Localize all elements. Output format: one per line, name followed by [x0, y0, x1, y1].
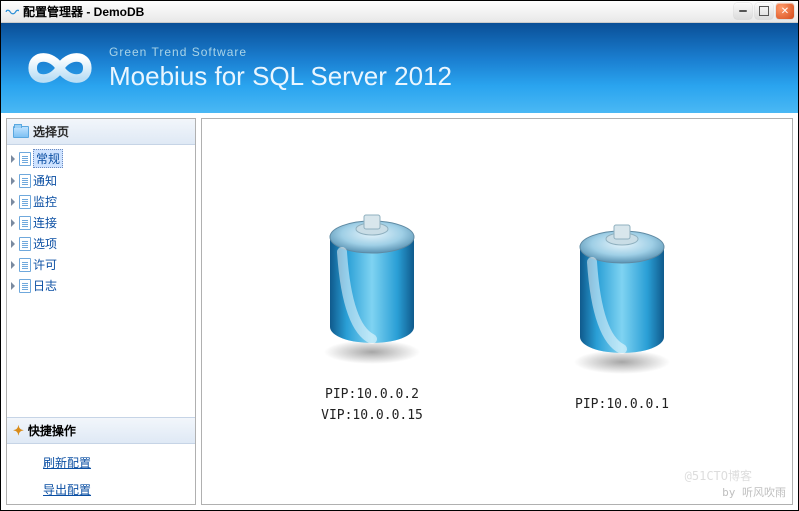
page-icon — [19, 174, 31, 188]
quick-header-label: 快捷操作 — [28, 422, 76, 439]
folder-icon — [13, 126, 29, 138]
sidebar-item-connect[interactable]: 连接 — [7, 212, 195, 233]
sidebar-quick-header: ✦ 快捷操作 — [7, 417, 195, 444]
pip-label: PIP:10.0.0.1 — [575, 395, 669, 416]
page-icon — [19, 152, 31, 166]
expand-icon — [11, 219, 15, 227]
maximize-button[interactable] — [755, 3, 773, 19]
db-node-1[interactable]: PIP:10.0.0.2 VIP:10.0.0.15 — [312, 197, 432, 427]
main-pane: PIP:10.0.0.2 VIP:10.0.0.15 — [201, 118, 793, 505]
sidebar-item-label: 常规 — [33, 149, 63, 168]
sidebar-item-monitor[interactable]: 监控 — [7, 191, 195, 212]
expand-icon — [11, 282, 15, 290]
sidebar-item-general[interactable]: 常规 — [7, 147, 195, 170]
sidebar-item-label: 选项 — [33, 235, 57, 252]
titlebar: 配置管理器 - DemoDB ✕ — [1, 1, 798, 23]
database-icon — [312, 197, 432, 367]
banner-title: Moebius for SQL Server 2012 — [109, 61, 452, 92]
quick-link-refresh[interactable]: 刷新配置 — [43, 454, 195, 471]
page-icon — [19, 195, 31, 209]
watermark: by 听风吹雨 — [722, 484, 786, 500]
expand-icon — [11, 155, 15, 163]
banner-subtitle: Green Trend Software — [109, 45, 452, 59]
db-node-2[interactable]: PIP:10.0.0.1 — [562, 207, 682, 416]
pip-label: PIP:10.0.0.2 — [321, 385, 423, 406]
app-icon — [5, 5, 19, 19]
sidebar-item-notify[interactable]: 通知 — [7, 170, 195, 191]
sidebar-item-label: 许可 — [33, 256, 57, 273]
sidebar-item-label: 监控 — [33, 193, 57, 210]
expand-icon — [11, 177, 15, 185]
sidebar-select-header: 选择页 — [7, 119, 195, 145]
node-labels: PIP:10.0.0.2 VIP:10.0.0.15 — [321, 385, 423, 427]
window-controls: ✕ — [734, 3, 794, 19]
sidebar-item-options[interactable]: 选项 — [7, 233, 195, 254]
banner: Green Trend Software Moebius for SQL Ser… — [1, 23, 798, 113]
expand-icon — [11, 261, 15, 269]
sidebar-item-label: 日志 — [33, 277, 57, 294]
window-title: 配置管理器 - DemoDB — [23, 3, 144, 20]
node-labels: PIP:10.0.0.1 — [575, 395, 669, 416]
sidebar-item-license[interactable]: 许可 — [7, 254, 195, 275]
select-header-label: 选择页 — [33, 123, 69, 140]
body: 选择页 常规 通知 监控 连接 — [1, 113, 798, 510]
page-icon — [19, 258, 31, 272]
vip-label: VIP:10.0.0.15 — [321, 406, 423, 427]
bolt-icon: ✦ — [13, 424, 24, 437]
sidebar-item-label: 通知 — [33, 172, 57, 189]
expand-icon — [11, 198, 15, 206]
page-icon — [19, 237, 31, 251]
expand-icon — [11, 240, 15, 248]
sidebar-nav: 常规 通知 监控 连接 选项 — [7, 145, 195, 298]
quick-link-export[interactable]: 导出配置 — [43, 481, 195, 498]
infinity-logo-icon — [21, 42, 99, 94]
close-button[interactable]: ✕ — [776, 3, 794, 19]
minimize-button[interactable] — [734, 3, 752, 19]
database-icon — [562, 207, 682, 377]
sidebar-item-label: 连接 — [33, 214, 57, 231]
watermark-faint: @51CTO博客 — [685, 467, 752, 484]
page-icon — [19, 216, 31, 230]
page-icon — [19, 279, 31, 293]
sidebar-item-log[interactable]: 日志 — [7, 275, 195, 296]
sidebar: 选择页 常规 通知 监控 连接 — [6, 118, 196, 505]
quick-links: 刷新配置 导出配置 — [7, 444, 195, 504]
